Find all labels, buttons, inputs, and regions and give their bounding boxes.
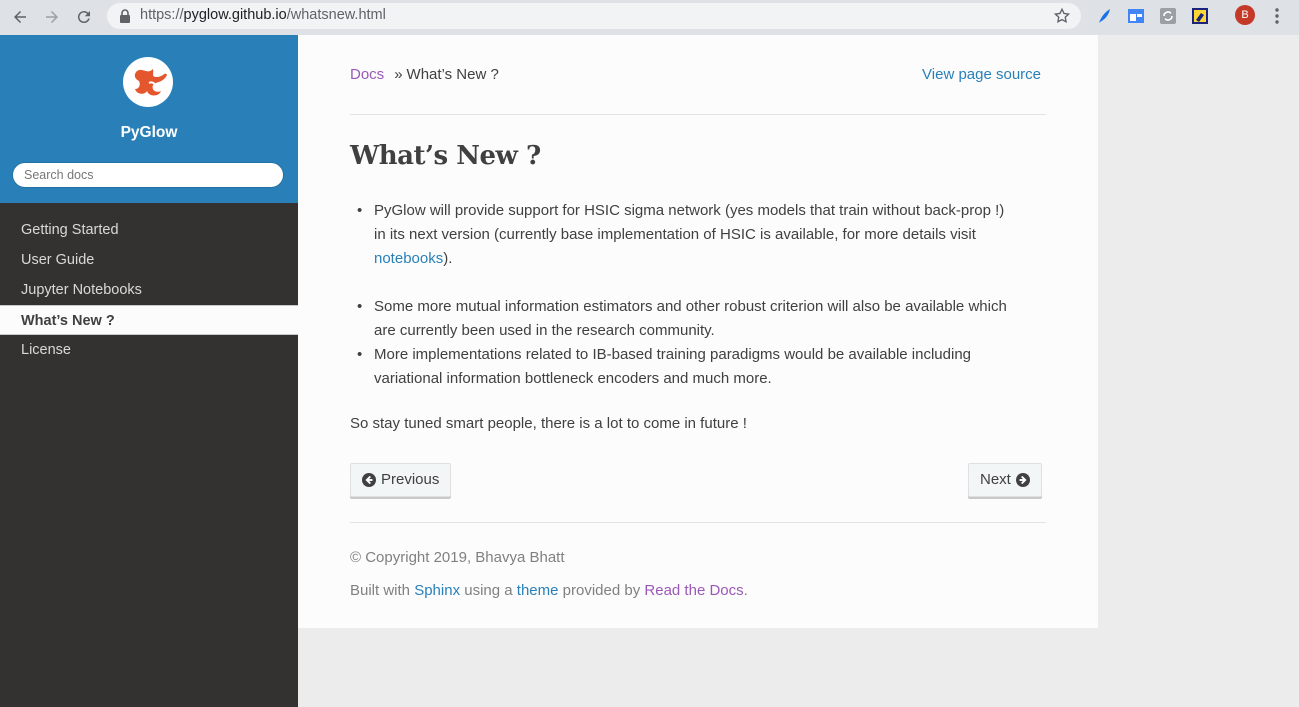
built-with-text: Built with Sphinx using a theme provided… xyxy=(350,582,748,599)
back-arrow-icon[interactable] xyxy=(8,5,32,29)
next-button[interactable]: Next xyxy=(968,463,1042,497)
lock-icon xyxy=(120,9,130,23)
arrow-circle-right-icon xyxy=(1015,473,1030,487)
list-item: More implementations related to IB-based… xyxy=(350,343,1050,391)
feather-extension-icon[interactable] xyxy=(1095,7,1113,25)
sidebar-item-user-guide[interactable]: User Guide xyxy=(0,245,298,275)
bookmark-star-icon[interactable] xyxy=(1053,7,1071,25)
breadcrumb: Docs » What’s New ? xyxy=(350,66,499,83)
highlighter-extension-icon[interactable] xyxy=(1191,7,1209,25)
breadcrumb-docs-link[interactable]: Docs xyxy=(350,66,384,83)
breadcrumb-current: What’s New ? xyxy=(406,66,499,83)
main-content: Docs» What’s New ? View page source What’… xyxy=(298,35,1098,628)
notebooks-link[interactable]: notebooks xyxy=(374,250,443,267)
browser-toolbar: https://pyglow.github.io/whatsnew.html B xyxy=(0,0,1299,35)
divider xyxy=(350,114,1046,115)
profile-avatar[interactable]: B xyxy=(1235,5,1255,25)
sidebar-header: PyGlow Search docs xyxy=(0,35,298,203)
divider xyxy=(350,522,1046,523)
page-title: What’s New ? xyxy=(350,141,541,171)
closing-paragraph: So stay tuned smart people, there is a l… xyxy=(350,415,747,432)
theme-link[interactable]: theme xyxy=(517,582,559,599)
sidebar-item-license[interactable]: License xyxy=(0,335,298,365)
window-extension-icon[interactable] xyxy=(1127,7,1145,25)
project-title[interactable]: PyGlow xyxy=(0,124,298,142)
list-item: Some more mutual information estimators … xyxy=(350,295,1050,343)
sphinx-link[interactable]: Sphinx xyxy=(414,582,460,599)
copyright-text: © Copyright 2019, Bhavya Bhatt xyxy=(350,549,565,566)
arrow-circle-left-icon xyxy=(362,473,376,487)
forward-arrow-icon[interactable] xyxy=(40,5,64,29)
pyglow-logo-icon[interactable] xyxy=(123,57,173,107)
sidebar-item-jupyter-notebooks[interactable]: Jupyter Notebooks xyxy=(0,275,298,305)
read-the-docs-link[interactable]: Read the Docs xyxy=(644,582,743,599)
breadcrumb-separator: » xyxy=(394,66,403,83)
whats-new-list: PyGlow will provide support for HSIC sig… xyxy=(350,199,1050,391)
previous-button[interactable]: Previous xyxy=(350,463,452,497)
sidebar-item-getting-started[interactable]: Getting Started xyxy=(0,215,298,245)
reload-icon[interactable] xyxy=(72,5,96,29)
sync-extension-icon[interactable] xyxy=(1159,7,1177,25)
list-item: PyGlow will provide support for HSIC sig… xyxy=(350,199,1050,271)
view-page-source-link[interactable]: View page source xyxy=(922,66,1041,83)
sidebar-nav: Getting Started User Guide Jupyter Noteb… xyxy=(0,215,298,365)
sidebar-item-whats-new[interactable]: What’s New ? xyxy=(0,305,298,335)
url-text: https://pyglow.github.io/whatsnew.html xyxy=(140,7,386,23)
more-menu-icon[interactable] xyxy=(1270,7,1284,25)
address-bar[interactable]: https://pyglow.github.io/whatsnew.html xyxy=(107,3,1081,29)
sidebar: PyGlow Search docs Getting Started User … xyxy=(0,35,298,707)
search-input[interactable]: Search docs xyxy=(12,162,284,188)
